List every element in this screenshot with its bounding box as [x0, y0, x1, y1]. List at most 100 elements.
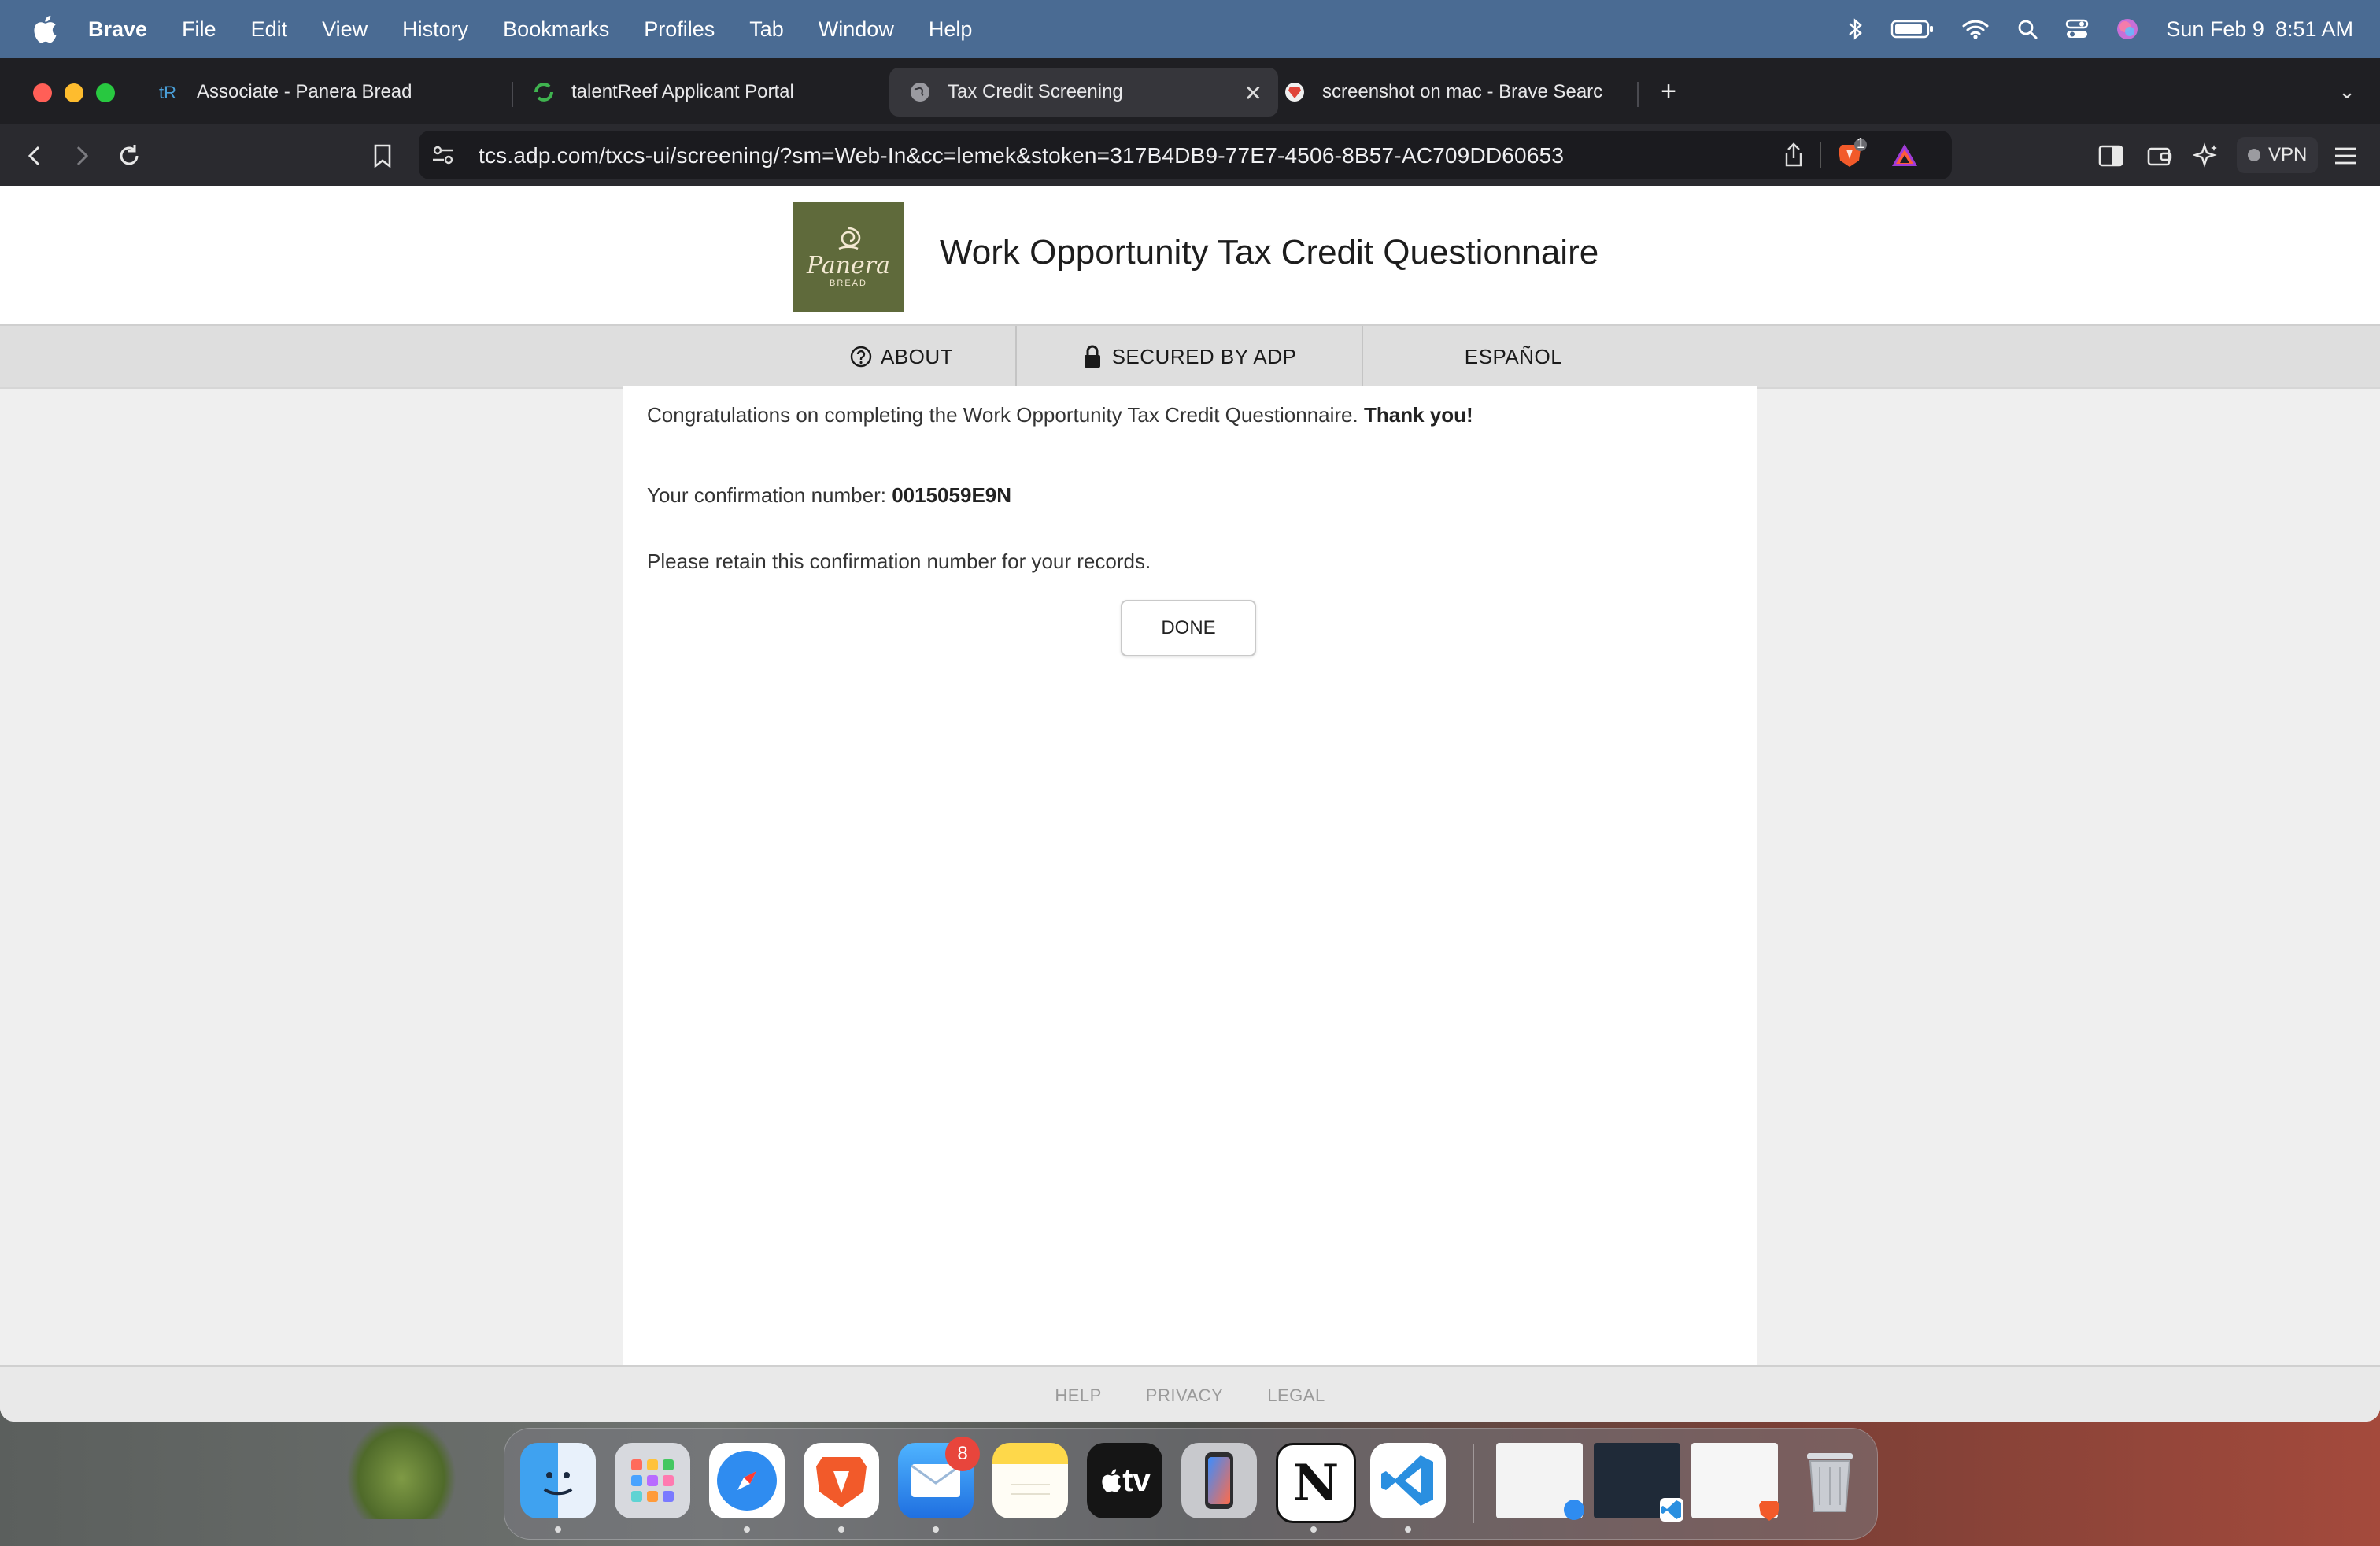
iphone-mirroring-icon[interactable]	[1181, 1443, 1257, 1518]
brave-badge-icon	[1759, 1501, 1779, 1521]
running-indicator	[933, 1526, 939, 1533]
menu-file[interactable]: File	[182, 17, 216, 42]
notes-icon[interactable]	[992, 1443, 1068, 1518]
launchpad-icon[interactable]	[615, 1443, 690, 1518]
secured-by-adp-link[interactable]: SECURED BY ADP	[1017, 326, 1362, 387]
tab-brave-search[interactable]: screenshot on mac - Brave Searc	[1283, 68, 1621, 117]
minimized-window-thumbnail-brave[interactable]	[1691, 1443, 1779, 1521]
close-tab-icon[interactable]: ✕	[1244, 80, 1262, 106]
back-arrow-icon[interactable]	[17, 139, 52, 173]
menu-profiles[interactable]: Profiles	[644, 17, 715, 42]
reload-icon[interactable]	[112, 139, 146, 173]
close-window-button[interactable]	[33, 83, 52, 102]
secured-label: SECURED BY ADP	[1111, 344, 1297, 368]
confirmation-panel: Congratulations on completing the Work O…	[623, 386, 1757, 1365]
status-area: Sun Feb 9 8:51 AM	[1820, 0, 2353, 58]
apple-tv-icon[interactable]: tv	[1087, 1443, 1162, 1518]
apple-tv-label: tv	[1122, 1463, 1151, 1498]
globe-favicon-icon	[908, 80, 932, 104]
page-title: Work Opportunity Tax Credit Questionnair…	[940, 233, 1599, 272]
talentreef-favicon-icon: tR	[157, 80, 181, 104]
site-settings-icon[interactable]	[430, 142, 456, 172]
espanol-label: ESPAÑOL	[1464, 344, 1563, 368]
done-button[interactable]: DONE	[1121, 600, 1256, 656]
wifi-icon[interactable]	[1961, 18, 1990, 40]
menu-view[interactable]: View	[322, 17, 368, 42]
thank-you-text: Thank you!	[1363, 403, 1473, 427]
vscode-icon[interactable]	[1370, 1443, 1446, 1518]
minimized-window-thumbnail-vscode[interactable]	[1594, 1443, 1683, 1522]
url-bar[interactable]: tcs.adp.com/txcs-ui/screening/?sm=Web-In…	[419, 131, 1952, 179]
congrats-text: Congratulations on completing the Work O…	[647, 403, 1358, 427]
tab-separator	[1637, 82, 1639, 107]
tab-list-chevron-icon[interactable]: ⌄	[2330, 74, 2364, 109]
tab-title: talentReef Applicant Portal	[571, 81, 794, 102]
confirmation-label: Your confirmation number:	[647, 483, 886, 507]
espanol-link[interactable]: ESPAÑOL	[1363, 326, 1664, 387]
vpn-label: VPN	[2268, 144, 2308, 165]
bluetooth-icon[interactable]	[1846, 17, 1864, 42]
panera-logo: Panera BREAD	[793, 202, 904, 312]
apple-menu-icon[interactable]	[30, 13, 58, 45]
menu-edit[interactable]: Edit	[251, 17, 288, 42]
menu-tab[interactable]: Tab	[749, 17, 784, 42]
bookmark-icon[interactable]	[365, 139, 400, 173]
new-tab-plus-icon[interactable]: +	[1651, 74, 1686, 109]
sidebar-toggle-icon[interactable]	[2094, 139, 2128, 173]
web-page: Panera BREAD Work Opportunity Tax Credit…	[0, 186, 2380, 1422]
about-label: ABOUT	[880, 344, 954, 368]
page-header: Panera BREAD Work Opportunity Tax Credit…	[0, 186, 2380, 324]
siri-icon[interactable]	[2116, 17, 2139, 41]
tab-tax-credit-screening[interactable]: Tax Credit Screening ✕	[889, 68, 1278, 117]
mail-icon[interactable]: 8	[898, 1437, 980, 1518]
dock-separator	[1473, 1444, 1474, 1523]
tab-separator	[512, 82, 513, 107]
trash-icon[interactable]	[1792, 1443, 1868, 1518]
panera-sun-mark-icon	[838, 227, 861, 250]
menu-time[interactable]: 8:51 AM	[2275, 17, 2353, 42]
menu-bookmarks[interactable]: Bookmarks	[503, 17, 609, 42]
menu-help[interactable]: Help	[929, 17, 973, 42]
safari-icon[interactable]	[709, 1443, 785, 1518]
brave-browser-icon[interactable]	[804, 1443, 879, 1518]
logo-subtitle: BREAD	[830, 279, 867, 288]
url-text[interactable]: tcs.adp.com/txcs-ui/screening/?sm=Web-In…	[479, 143, 1564, 168]
running-indicator	[838, 1526, 844, 1533]
notion-icon[interactable]: N	[1276, 1443, 1356, 1523]
control-center-icon[interactable]	[2065, 18, 2089, 40]
browser-window: tR Associate - Panera Bread talentReef A…	[0, 58, 2380, 1422]
tab-talentreef-portal[interactable]: talentReef Applicant Portal	[532, 68, 878, 117]
footer-legal-link[interactable]: LEGAL	[1267, 1385, 1325, 1406]
vpn-status-dot-icon	[2248, 149, 2260, 161]
menu-window[interactable]: Window	[819, 17, 894, 42]
lock-icon	[1084, 345, 1100, 368]
menu-history[interactable]: History	[402, 17, 468, 42]
tab-title: Associate - Panera Bread	[197, 81, 412, 102]
leo-ai-sparkle-icon[interactable]	[2190, 139, 2224, 173]
spotlight-search-icon[interactable]	[2016, 18, 2038, 40]
urlbar-divider	[1820, 142, 1821, 168]
brave-rewards-icon[interactable]	[1890, 142, 1919, 172]
apple-logo-icon	[1102, 1469, 1122, 1492]
mail-unread-badge: 8	[945, 1437, 980, 1471]
footer-privacy-link[interactable]: PRIVACY	[1146, 1385, 1223, 1406]
share-icon[interactable]	[1782, 142, 1805, 172]
congrats-message: Congratulations on completing the Work O…	[647, 403, 1473, 427]
forward-arrow-icon[interactable]	[65, 139, 99, 173]
zoom-window-button[interactable]	[96, 83, 115, 102]
minimize-window-button[interactable]	[65, 83, 83, 102]
running-indicator	[1405, 1526, 1411, 1533]
question-circle-icon	[850, 346, 872, 368]
tab-associate-panera[interactable]: tR Associate - Panera Bread	[157, 68, 496, 117]
menu-date[interactable]: Sun Feb 9	[2166, 17, 2264, 42]
hamburger-menu-icon[interactable]	[2328, 139, 2363, 173]
safari-badge-icon	[1564, 1500, 1584, 1520]
finder-icon[interactable]	[520, 1443, 596, 1518]
battery-icon[interactable]	[1890, 18, 1935, 40]
menu-app-name[interactable]: Brave	[88, 17, 147, 42]
footer-help-link[interactable]: HELP	[1055, 1385, 1101, 1406]
about-link[interactable]: ABOUT	[787, 326, 1015, 387]
vpn-button[interactable]: VPN	[2237, 137, 2319, 173]
wallet-icon[interactable]	[2142, 139, 2177, 173]
minimized-window-thumbnail-safari[interactable]	[1496, 1443, 1584, 1520]
